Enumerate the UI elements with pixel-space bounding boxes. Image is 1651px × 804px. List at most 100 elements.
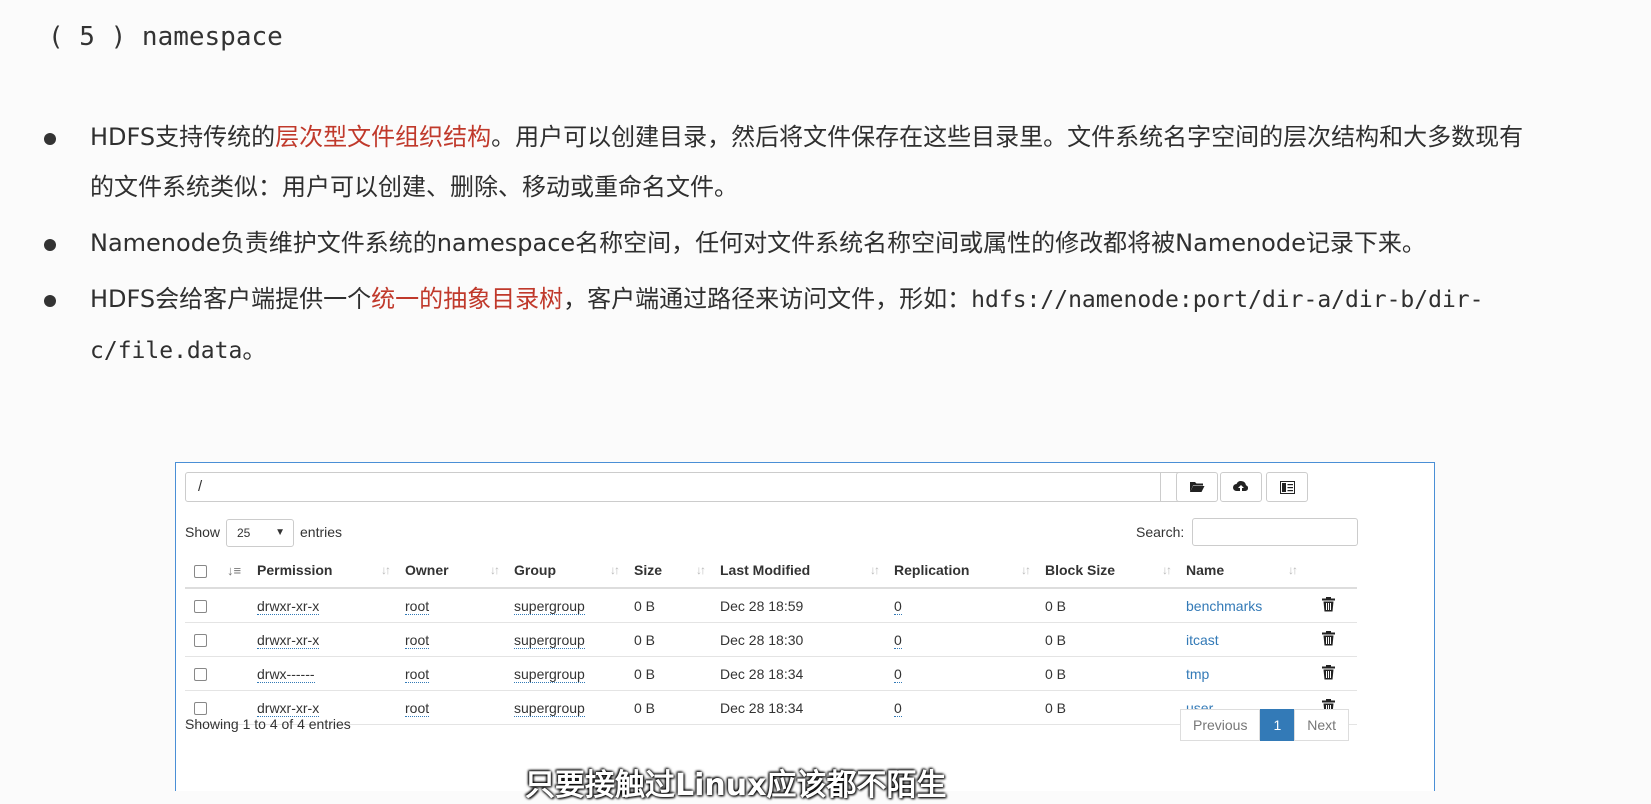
col-header-name[interactable]: Name ↓↑ (1186, 553, 1312, 589)
path-input[interactable]: / (185, 472, 1161, 502)
col-header-last-modified[interactable]: Last Modified ↓↑ (720, 553, 894, 589)
bullet-3: HDFS会给客户端提供一个统一的抽象目录树，客户端通过路径来访问文件，形如：hd… (40, 274, 1530, 376)
bullet-text-run: HDFS会给客户端提供一个 (90, 285, 372, 313)
bullet-text-run: 统一的抽象目录树 (371, 285, 564, 313)
owner-cell[interactable]: root (405, 631, 430, 649)
sort-icon: ↓≡ (227, 563, 242, 578)
search-input[interactable] (1192, 518, 1358, 546)
delete-button[interactable] (1322, 596, 1335, 615)
select-all-header (185, 553, 227, 589)
chevron-down-icon: ▼ (275, 527, 285, 538)
sort-header[interactable]: ↓≡ (227, 553, 257, 589)
trash-icon (1322, 664, 1335, 679)
row-checkbox[interactable] (194, 600, 207, 614)
last-modified-cell: Dec 28 18:30 (720, 631, 804, 648)
bullet-text-run: 。 (242, 336, 267, 364)
showing-entries-text: Showing 1 to 4 of 4 entries (185, 716, 351, 732)
bullet-text-run: 层次型文件组织结构 (275, 123, 492, 151)
previous-page-button[interactable]: Previous (1180, 709, 1261, 741)
size-cell: 0 B (634, 631, 656, 648)
permission-cell[interactable]: drwxr-xr-x (257, 631, 320, 649)
table-row: drwxr-xr-x root supergroup 0 B Dec 28 18:59 0… (185, 588, 1357, 623)
bullet-text-run: ，客户端通过路径来访问文件，形如： (563, 285, 972, 313)
sort-icon: ↓↑ (381, 563, 391, 577)
col-header-replication[interactable]: Replication ↓↑ (894, 553, 1045, 589)
cloud-upload-icon (1233, 481, 1249, 492)
row-checkbox[interactable] (194, 702, 207, 716)
group-cell[interactable]: supergroup (514, 631, 585, 649)
last-modified-cell: Dec 28 18:59 (720, 597, 804, 614)
owner-cell[interactable]: root (405, 597, 430, 615)
slide-title: ( 5 ) namespace (48, 22, 283, 52)
create-directory-button[interactable] (1176, 472, 1218, 502)
file-name-link[interactable]: itcast (1186, 632, 1219, 648)
last-modified-cell: Dec 28 18:34 (720, 665, 804, 682)
delete-button[interactable] (1322, 630, 1335, 649)
file-name-link[interactable]: tmp (1186, 666, 1209, 682)
page-1-button[interactable]: 1 (1260, 709, 1295, 741)
table-row: drwxr-xr-x root supergroup 0 B Dec 28 18:30 0… (185, 622, 1357, 657)
page-size-select[interactable]: 25 ▼ (226, 519, 294, 547)
bullet-2: Namenode负责维护文件系统的namespace名称空间，任何对文件系统名称… (40, 218, 1530, 268)
block-size-cell: 0 B (1045, 699, 1067, 716)
file-table: ↓≡ Permission ↓↑ Owner ↓↑ Group ↓↑ Size ↓↑ L… (185, 553, 1357, 725)
permission-cell[interactable]: drwxr-xr-x (257, 699, 320, 717)
sort-icon: ↓↑ (696, 563, 706, 577)
sort-icon: ↓↑ (610, 563, 620, 577)
group-cell[interactable]: supergroup (514, 597, 585, 615)
row-checkbox[interactable] (194, 634, 207, 648)
owner-cell[interactable]: root (405, 665, 430, 683)
col-header-permission[interactable]: Permission ↓↑ (257, 553, 405, 589)
block-size-cell: 0 B (1045, 665, 1067, 682)
bullet-1: HDFS支持传统的层次型文件组织结构。用户可以创建目录，然后将文件保存在这些目录… (40, 112, 1530, 212)
permission-cell[interactable]: drwx------ (257, 665, 315, 683)
row-checkbox[interactable] (194, 668, 207, 682)
search-label: Search: (1136, 524, 1185, 540)
pagination: Previous 1 Next (1180, 709, 1350, 741)
bullet-dot (44, 295, 56, 307)
col-header-block-size[interactable]: Block Size ↓↑ (1045, 553, 1186, 589)
list-icon (1279, 480, 1295, 494)
file-name-link[interactable]: benchmarks (1186, 598, 1262, 614)
group-cell[interactable]: supergroup (514, 699, 585, 717)
upload-button[interactable] (1220, 472, 1262, 502)
trash-icon (1322, 596, 1335, 611)
col-header-size[interactable]: Size ↓↑ (634, 553, 720, 589)
size-cell: 0 B (634, 699, 656, 716)
sort-icon: ↓↑ (1162, 563, 1172, 577)
replication-cell[interactable]: 0 (894, 699, 902, 717)
sort-icon: ↓↑ (1288, 563, 1298, 577)
bullet-text-run: Namenode负责维护文件系统的namespace名称空间，任何对文件系统名称… (90, 229, 1426, 257)
hdfs-browser-panel: / Go! Show 25▼ entries Search: ↓≡ Permis… (175, 462, 1435, 791)
permission-cell[interactable]: drwxr-xr-x (257, 597, 320, 615)
block-size-cell: 0 B (1045, 597, 1067, 614)
video-subtitle: 只要接触过Linux应该都不陌生 (525, 768, 947, 803)
last-modified-cell: Dec 28 18:34 (720, 699, 804, 716)
group-cell[interactable]: supergroup (514, 665, 585, 683)
bullet-dot (44, 239, 56, 251)
next-page-button[interactable]: Next (1294, 709, 1350, 741)
bullet-dot (44, 133, 56, 145)
actions-header (1312, 553, 1357, 589)
owner-cell[interactable]: root (405, 699, 430, 717)
trash-icon (1322, 630, 1335, 645)
replication-cell[interactable]: 0 (894, 631, 902, 649)
replication-cell[interactable]: 0 (894, 665, 902, 683)
page-size-value: 25 (237, 526, 251, 540)
size-cell: 0 B (634, 597, 656, 614)
bullet-text-run: HDFS支持传统的 (90, 123, 276, 151)
sort-icon: ↓↑ (870, 563, 880, 577)
delete-button[interactable] (1322, 664, 1335, 683)
replication-cell[interactable]: 0 (894, 597, 902, 615)
bullet-list: HDFS支持传统的层次型文件组织结构。用户可以创建目录，然后将文件保存在这些目录… (40, 112, 1530, 382)
col-header-owner[interactable]: Owner ↓↑ (405, 553, 514, 589)
cut-paste-button[interactable] (1266, 472, 1308, 502)
col-header-group[interactable]: Group ↓↑ (514, 553, 634, 589)
sort-icon: ↓↑ (490, 563, 500, 577)
table-header-row: ↓≡ Permission ↓↑ Owner ↓↑ Group ↓↑ Size ↓↑ L… (185, 553, 1357, 589)
sort-icon: ↓↑ (1021, 563, 1031, 577)
select-all-checkbox[interactable] (194, 564, 207, 578)
show-label: Show (185, 524, 221, 540)
block-size-cell: 0 B (1045, 631, 1067, 648)
size-cell: 0 B (634, 665, 656, 682)
